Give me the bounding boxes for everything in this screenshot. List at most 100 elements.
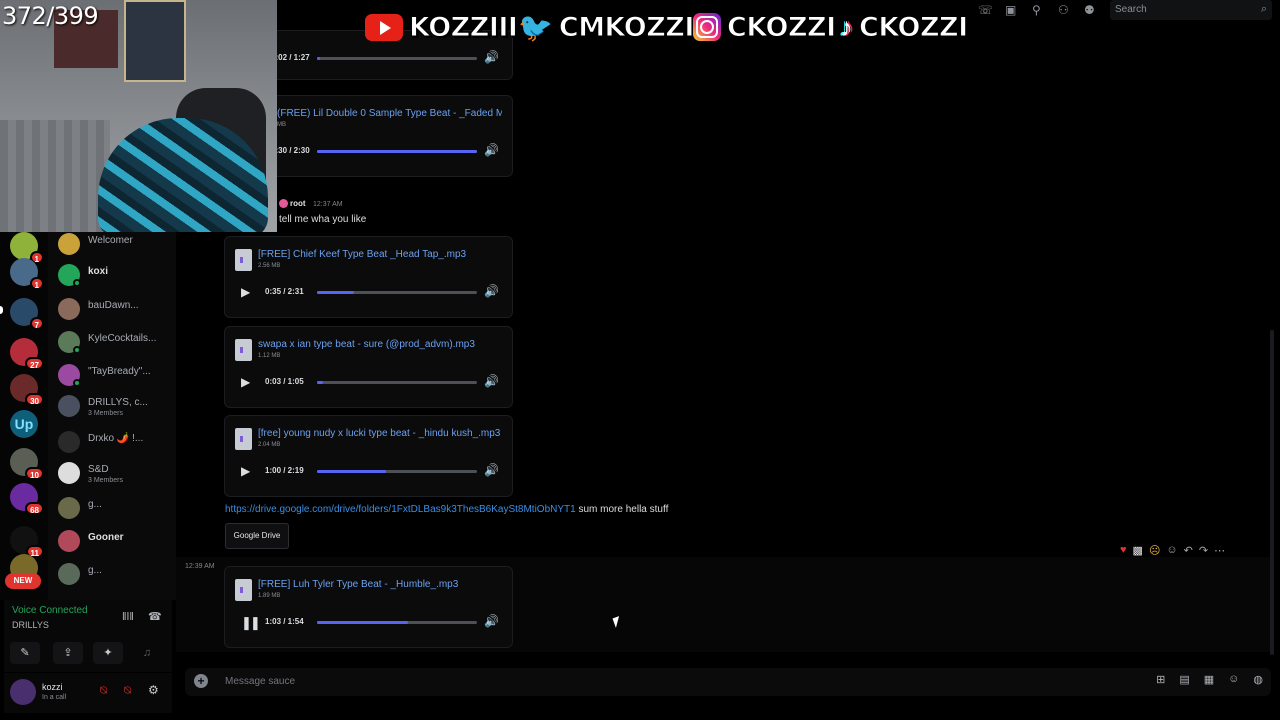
acoustic-foam xyxy=(0,120,110,232)
reaction-icon[interactable]: ▩ xyxy=(1133,544,1143,557)
volume-icon[interactable]: 🔊 xyxy=(484,463,499,477)
server-icon[interactable]: 7 xyxy=(10,298,44,330)
pause-icon[interactable]: ❚❚ xyxy=(241,615,261,631)
audio-file-name[interactable]: [FREE] Chief Keef Type Beat _Head Tap_.m… xyxy=(258,249,503,260)
disconnect-icon[interactable]: ☎ xyxy=(148,610,162,623)
audio-time: 1:03 / 1:54 xyxy=(265,617,304,626)
reply-icon[interactable]: ↶ xyxy=(1184,544,1193,557)
volume-icon[interactable]: 🔊 xyxy=(484,614,499,628)
tiktok-handle: CKOZZI xyxy=(859,11,969,43)
audio-progress-track[interactable] xyxy=(317,150,477,153)
gift-icon[interactable]: ⊞ xyxy=(1156,673,1165,686)
server-icon[interactable]: 10 xyxy=(10,448,44,480)
unread-badge: 1 xyxy=(29,277,44,290)
gif-icon[interactable]: ▤ xyxy=(1179,673,1189,686)
add-reaction-icon[interactable]: ☺ xyxy=(1166,544,1177,556)
camera-off-button[interactable]: ✎ xyxy=(10,642,40,664)
heart-reaction-icon[interactable]: ♥ xyxy=(1120,544,1127,556)
server-icon[interactable]: 68 xyxy=(10,483,44,515)
volume-icon[interactable]: 🔊 xyxy=(484,374,499,388)
search-placeholder: Search xyxy=(1115,4,1147,15)
crying-reaction-icon[interactable]: ☹ xyxy=(1149,544,1160,557)
volume-icon[interactable]: 🔊 xyxy=(484,143,499,157)
avatar[interactable] xyxy=(10,679,36,705)
play-icon[interactable]: ▶ xyxy=(241,464,250,478)
dm-item[interactable]: KyleCocktails... xyxy=(58,330,176,360)
drive-link[interactable]: https://drive.google.com/drive/folders/1… xyxy=(225,504,576,515)
link-message: https://drive.google.com/drive/folders/1… xyxy=(225,504,668,515)
webcam-overlay xyxy=(0,0,277,232)
server-icon[interactable]: 1 xyxy=(10,258,44,290)
upwork-server-icon[interactable]: Up xyxy=(10,410,38,438)
voice-channel-name[interactable]: DRILLYS xyxy=(12,620,49,630)
audio-file-size: 2.56 MB xyxy=(258,263,281,269)
twitter-social: 🐦 CMKOZZI xyxy=(518,10,695,44)
audio-progress-track[interactable] xyxy=(317,381,477,384)
audio-time: 0:03 / 1:05 xyxy=(265,377,304,386)
sticker-icon[interactable]: ▦ xyxy=(1204,673,1214,686)
soundboard-button[interactable]: ♫ xyxy=(132,642,162,664)
server-icon[interactable]: 11 xyxy=(10,526,44,558)
audio-progress-track[interactable] xyxy=(317,470,477,473)
forward-icon[interactable]: ↷ xyxy=(1199,544,1208,557)
server-icon[interactable]: 30 xyxy=(10,374,44,406)
audio-progress-track[interactable] xyxy=(317,621,477,624)
audio-time: 1:00 / 2:19 xyxy=(265,466,304,475)
apps-icon[interactable]: ◍ xyxy=(1253,673,1263,686)
dm-item[interactable]: bauDawn... xyxy=(58,297,176,327)
settings-gear-icon[interactable]: ⚙ xyxy=(148,683,159,697)
audio-file-name[interactable]: (FREE) Lil Double 0 Sample Type Beat - _… xyxy=(277,108,502,119)
youtube-handle: KOZZIII xyxy=(408,11,518,43)
screen-share-button[interactable]: ⇪ xyxy=(53,642,83,664)
search-input[interactable]: Search ⌕ xyxy=(1110,0,1272,20)
message-text: sum more hella stuff xyxy=(578,504,669,515)
new-unreads-badge[interactable]: NEW xyxy=(5,573,41,589)
unread-badge: 30 xyxy=(25,393,44,406)
member-list-icon[interactable]: ⚉ xyxy=(1084,3,1095,17)
tiktok-icon: ♪ xyxy=(840,11,853,42)
more-options-icon[interactable]: ⋯ xyxy=(1214,544,1225,557)
noise-suppression-icon[interactable]: ǁǀǁ xyxy=(122,611,134,623)
audio-progress-track[interactable] xyxy=(317,291,477,294)
audio-progress-fill xyxy=(317,150,477,153)
audio-file-name[interactable]: [free] young nudy x lucki type beat - _h… xyxy=(258,428,503,439)
message-timestamp: 12:39 AM xyxy=(185,563,215,570)
emoji-icon[interactable]: ☺ xyxy=(1228,673,1239,686)
volume-icon[interactable]: 🔊 xyxy=(484,284,499,298)
audio-time: 0:35 / 2:31 xyxy=(265,287,304,296)
avatar xyxy=(58,298,80,320)
google-drive-embed[interactable]: Google Drive xyxy=(225,523,289,549)
activities-button[interactable]: ✦ xyxy=(93,642,123,664)
phone-icon[interactable]: ☏ xyxy=(978,3,993,17)
dm-item[interactable]: koxi xyxy=(58,263,176,293)
dm-item[interactable]: g... xyxy=(58,496,176,526)
online-status xyxy=(73,279,81,287)
audio-file-size: MB xyxy=(277,122,286,128)
dm-item[interactable]: Welcomer xyxy=(58,232,176,262)
pin-icon[interactable]: ⚲ xyxy=(1032,3,1041,17)
add-attachment-icon[interactable]: + xyxy=(194,674,208,688)
add-members-icon[interactable]: ⚇ xyxy=(1058,3,1069,17)
dm-item[interactable]: Drxko 🌶️ !... xyxy=(58,430,176,460)
group-dm-item[interactable]: DRILLYS, c... 3 Members xyxy=(58,394,176,424)
audio-progress-fill xyxy=(317,57,321,60)
group-dm-item[interactable]: S&D 3 Members xyxy=(58,461,176,491)
video-icon[interactable]: ▣ xyxy=(1005,3,1016,17)
avatar xyxy=(58,530,80,552)
dm-item[interactable]: "TayBready"... xyxy=(58,363,176,393)
audio-file-name[interactable]: [FREE] Luh Tyler Type Beat - _Humble_.mp… xyxy=(258,579,503,590)
server-icon[interactable]: 1 xyxy=(10,232,44,264)
server-icon[interactable]: 27 xyxy=(10,338,44,370)
play-icon[interactable]: ▶ xyxy=(241,285,250,299)
deafen-icon[interactable]: ⍉ xyxy=(124,683,131,698)
volume-icon[interactable]: 🔊 xyxy=(484,50,499,64)
message-author[interactable]: root xyxy=(290,199,306,208)
audio-progress-track[interactable] xyxy=(317,57,477,60)
audio-file-name[interactable]: swapa x ian type beat - sure (@prod_advm… xyxy=(258,339,503,350)
dm-item[interactable]: Gooner xyxy=(58,529,176,559)
message-composer[interactable]: + Message sauce ⊞ ▤ ▦ ☺ ◍ xyxy=(185,668,1271,696)
chat-scrollbar[interactable] xyxy=(1270,330,1274,655)
play-icon[interactable]: ▶ xyxy=(241,375,250,389)
mic-muted-icon[interactable]: ⍉ xyxy=(100,683,107,698)
dm-item[interactable]: g... xyxy=(58,562,176,592)
